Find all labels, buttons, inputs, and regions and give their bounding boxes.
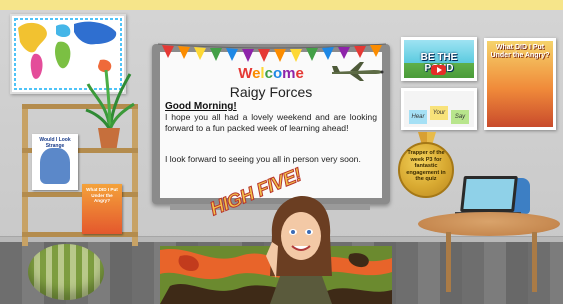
shelf-book-1[interactable]: Would I Look Strange (32, 134, 78, 190)
sticky-note-3: Say (451, 110, 469, 124)
book-video-title: What DID I Put Under the Angry? (490, 44, 550, 59)
greeting-text: Good Morning! (165, 101, 237, 112)
sticky-note-2: Your (430, 106, 448, 120)
welcome-letter-3: c (264, 65, 273, 82)
play-icon[interactable] (431, 65, 446, 75)
welcome-letter-6: e (295, 65, 304, 82)
laptop-screen (463, 179, 515, 209)
welcome-message-1: I hope you all had a lovely weekend and … (165, 112, 377, 133)
plant-pot (98, 128, 120, 148)
shelf-book-2[interactable]: What DID I Put Under the Angry? (82, 184, 122, 234)
welcome-letter-5: m (282, 65, 296, 82)
welcome-message-2: I look forward to seeing you all in pers… (165, 154, 361, 164)
laptop-icon[interactable] (460, 176, 518, 212)
shelf-book-2-title: What DID I Put Under the Angry? (86, 187, 118, 203)
medal-text: Trapper of the week P3 for fantastic eng… (406, 150, 446, 183)
virtual-classroom: Would I Look Strange What DID I Put Unde… (0, 0, 563, 304)
book-video-card[interactable]: What DID I Put Under the Angry? (484, 38, 556, 130)
floor-pouf (28, 244, 104, 300)
welcome-letter-0: W (238, 65, 253, 82)
airplane-icon (332, 62, 384, 81)
sticky-notes-card[interactable]: Hear Your Say (401, 88, 477, 130)
medal-icon[interactable]: Trapper of the week P3 for fantastic eng… (398, 142, 454, 198)
shelf-book-1-art (40, 148, 70, 184)
round-table (418, 212, 560, 236)
table-leg-right (532, 232, 537, 292)
pond-video-card[interactable]: BE THE POND (401, 37, 477, 81)
top-bar (0, 0, 563, 10)
teacher-avatar (266, 196, 332, 304)
table-leg-left (446, 232, 451, 292)
shelf-post-left (22, 104, 28, 246)
sticky-note-1: Hear (409, 110, 427, 124)
plant-icon (85, 69, 135, 131)
welcome-letter-4: o (272, 65, 283, 82)
class-name: Raigy Forces (229, 84, 313, 100)
